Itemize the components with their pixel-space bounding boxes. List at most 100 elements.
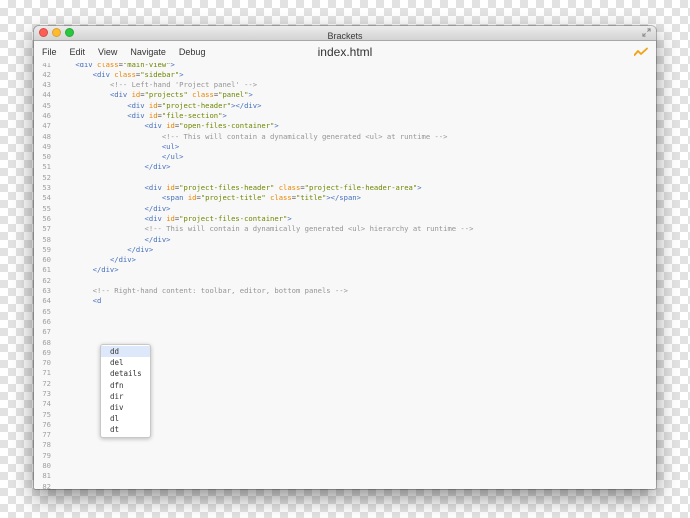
code-line: 49 <ul> — [34, 142, 656, 152]
code-line: 50 </ul> — [34, 152, 656, 162]
line-number: 53 — [42, 183, 51, 193]
code-token: > — [222, 110, 227, 120]
code-line: 61 </div> — [34, 265, 656, 275]
line-number: 80 — [42, 461, 51, 471]
line-number: 46 — [42, 110, 51, 120]
line-code: </div> — [51, 204, 171, 214]
line-number: 51 — [42, 162, 51, 172]
code-line: 80 — [34, 461, 656, 471]
hint-item-details[interactable]: details — [101, 368, 150, 379]
code-token: <div — [127, 110, 145, 120]
main-menu: File Edit View Navigate Debug — [42, 41, 218, 63]
close-button[interactable] — [39, 28, 48, 37]
line-number: 43 — [42, 80, 51, 90]
code-token: "main-view" — [122, 63, 171, 69]
line-number: 47 — [42, 121, 51, 131]
code-token: <!-- This will contain a dynamically gen… — [144, 224, 474, 234]
menu-view[interactable]: View — [98, 41, 117, 63]
hint-item-dl[interactable]: dl — [101, 413, 150, 424]
menu-file[interactable]: File — [42, 41, 57, 63]
menu-edit[interactable]: Edit — [70, 41, 86, 63]
line-number: 49 — [42, 141, 51, 151]
line-number: 65 — [42, 306, 51, 316]
code-token: ></span> — [326, 193, 361, 203]
code-token: <d — [92, 296, 102, 306]
code-hint-list[interactable]: dd del details dfn dir div dl dt — [100, 344, 151, 438]
hint-item-del[interactable]: del — [101, 357, 150, 368]
code-line: 65 — [34, 307, 656, 317]
line-number: 78 — [42, 440, 51, 450]
code-line: 45 <div id="project-header"></div> — [34, 101, 656, 111]
hint-item-dt[interactable]: dt — [101, 424, 150, 435]
code-line: 57 <!-- This will contain a dynamically … — [34, 224, 656, 234]
line-code: </div> — [51, 162, 171, 172]
line-code: <div id="file-section"> — [51, 111, 227, 121]
code-line: 58 </div> — [34, 235, 656, 245]
line-number: 63 — [42, 286, 51, 296]
zoom-button[interactable] — [65, 28, 74, 37]
code-token: </div> — [109, 255, 136, 265]
line-number: 58 — [42, 234, 51, 244]
code-token: <div — [92, 69, 110, 79]
menu-navigate[interactable]: Navigate — [130, 41, 166, 63]
window-title: Brackets — [327, 31, 363, 41]
hint-item-dd[interactable]: dd — [101, 346, 150, 358]
code-editor[interactable]: 41 <div class="main-view"> 42 <div class=… — [34, 63, 656, 489]
code-line: 41 <div class="main-view"> — [34, 63, 656, 70]
code-token: ></div> — [231, 100, 262, 110]
line-code: </div> — [51, 265, 119, 275]
live-preview-icon[interactable] — [634, 47, 648, 57]
code-line: 63 <!-- Right-hand content: toolbar, edi… — [34, 286, 656, 296]
line-number: 77 — [42, 430, 51, 440]
code-line: 59 </div> — [34, 245, 656, 255]
code-line: 64 <d — [34, 296, 656, 306]
code-line: 60 </div> — [34, 255, 656, 265]
line-number: 45 — [42, 100, 51, 110]
fullscreen-icon[interactable] — [642, 28, 651, 37]
code-token: </div> — [144, 234, 171, 244]
code-line: 47 <div id="open-files-container"> — [34, 121, 656, 131]
line-number: 72 — [42, 378, 51, 388]
line-number: 41 — [42, 63, 51, 69]
code-token: id — [148, 100, 158, 110]
hint-item-dfn[interactable]: dfn — [101, 380, 150, 391]
code-token: class — [270, 193, 292, 203]
line-number: 79 — [42, 450, 51, 460]
code-token: class — [278, 183, 301, 193]
code-token: "project-file-header-area" — [304, 183, 418, 193]
code-token: <div — [144, 183, 162, 193]
hint-item-dir[interactable]: dir — [101, 391, 150, 402]
line-number: 56 — [42, 213, 51, 223]
line-number: 57 — [42, 224, 51, 234]
code-token: "projects" — [144, 90, 188, 100]
hint-item-div[interactable]: div — [101, 402, 150, 413]
code-token: <!-- This will contain a dynamically gen… — [161, 131, 448, 141]
minimize-button[interactable] — [52, 28, 61, 37]
line-code: <div class="sidebar"> — [51, 70, 184, 80]
code-line: 54 <span id="project-title" class="title… — [34, 193, 656, 203]
code-token: </ul> — [161, 152, 184, 162]
line-code: <div id="project-files-header" class="pr… — [51, 183, 422, 193]
code-token: <ul> — [161, 141, 180, 151]
code-token: > — [179, 69, 184, 79]
menu-debug[interactable]: Debug — [179, 41, 206, 63]
line-number: 50 — [42, 152, 51, 162]
code-token: > — [248, 90, 253, 100]
code-token: id — [166, 121, 175, 131]
line-number: 44 — [42, 90, 51, 100]
line-number: 76 — [42, 419, 51, 429]
line-number: 52 — [42, 172, 51, 182]
line-number: 62 — [42, 275, 51, 285]
code-token: "title" — [296, 193, 327, 203]
code-line: 44 <div id="projects" class="panel"> — [34, 90, 656, 100]
